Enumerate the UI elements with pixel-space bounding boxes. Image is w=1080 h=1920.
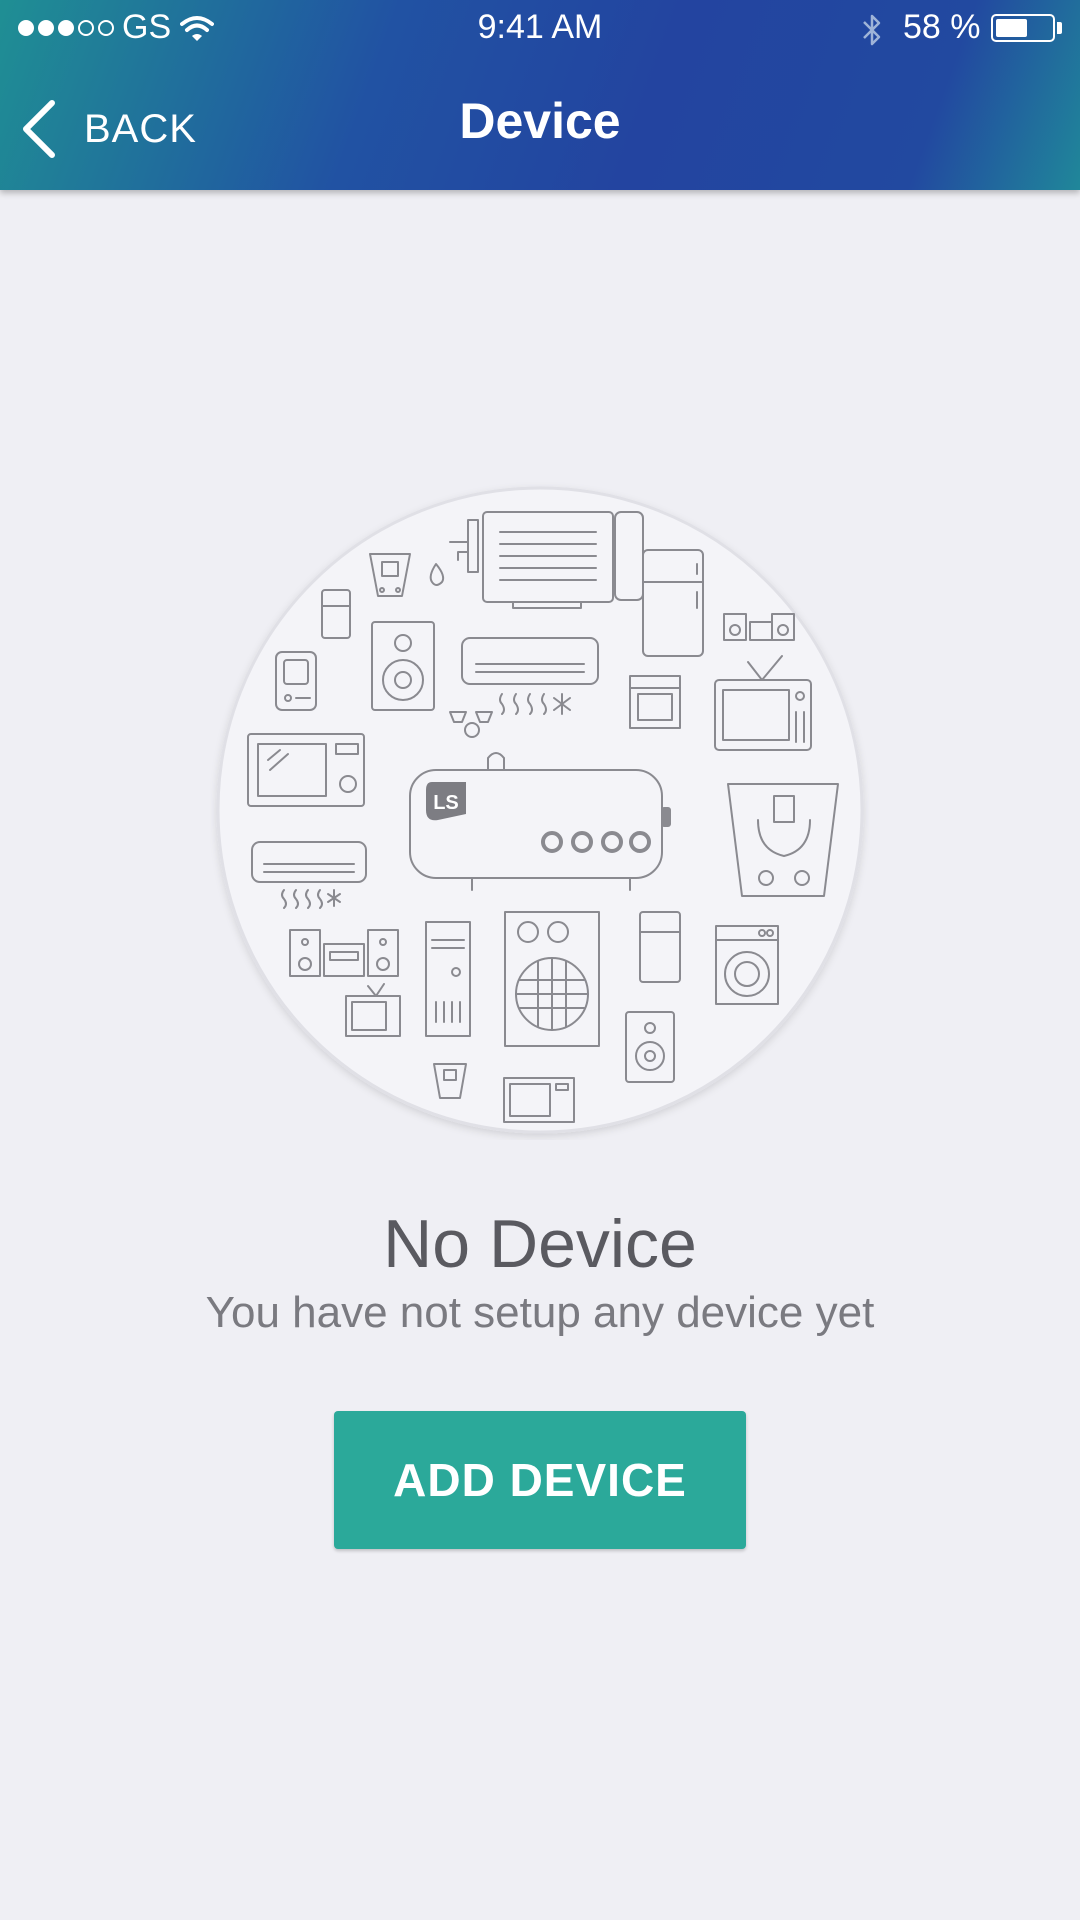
bluetooth-icon [863, 14, 881, 46]
status-bar: GS 9:41 AM 58 % [0, 0, 1080, 60]
battery-tip [1057, 22, 1062, 34]
empty-state-subtitle: You have not setup any device yet [205, 1288, 875, 1337]
svg-text:LS: LS [433, 792, 459, 814]
page-title: Device [459, 93, 621, 149]
add-device-button[interactable]: ADD DEVICE [334, 1411, 746, 1549]
empty-state-title: No Device [383, 1206, 697, 1282]
brand-badge: LS [426, 782, 466, 821]
add-device-label: ADD DEVICE [393, 1454, 687, 1506]
appliances-illustration: LS [216, 486, 864, 1134]
battery-level-fill [996, 19, 1027, 37]
battery-percent: 58 % [903, 8, 981, 46]
battery-icon [991, 14, 1055, 42]
navigation-header: GS 9:41 AM 58 % BACK Device [0, 0, 1080, 190]
